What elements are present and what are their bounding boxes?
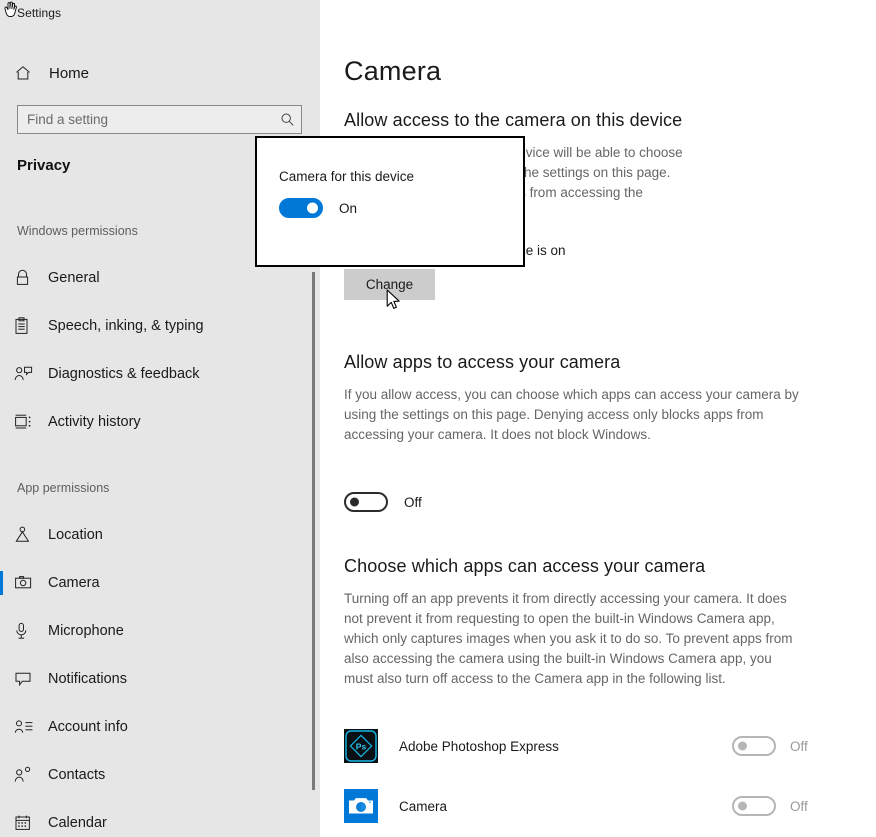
toggle-knob xyxy=(350,498,359,507)
sidebar-item-home-label: Home xyxy=(49,65,89,82)
person-feedback-icon xyxy=(14,363,38,385)
device-access-status: ce is on xyxy=(519,243,566,258)
section-body-allow-apps: If you allow access, you can choose whic… xyxy=(344,385,804,445)
app-toggle-camera-switch[interactable] xyxy=(732,796,776,816)
sidebar-scrollbar[interactable] xyxy=(312,272,315,790)
page-title: Camera xyxy=(344,56,441,87)
svg-text:Ps: Ps xyxy=(356,742,367,752)
app-toggle-photoshop-label: Off xyxy=(790,739,818,754)
sidebar-item-contacts[interactable]: Contacts xyxy=(0,755,312,795)
settings-window: Settings Home Privacy Windows permission… xyxy=(0,0,876,837)
notification-bubble-icon xyxy=(14,668,38,690)
page-section-title: Privacy xyxy=(17,157,70,174)
sidebar-item-calendar-label: Calendar xyxy=(48,815,107,831)
sidebar-item-diagnostics-feedback-label: Diagnostics & feedback xyxy=(48,366,200,382)
sidebar-item-speech-inking-typing-label: Speech, inking, & typing xyxy=(48,318,204,334)
allow-apps-toggle[interactable]: Off xyxy=(344,492,422,512)
account-info-icon xyxy=(14,716,38,738)
sidebar-item-account-info-label: Account info xyxy=(48,719,128,735)
calendar-icon xyxy=(14,812,38,834)
group-label-app-permissions: App permissions xyxy=(17,481,109,495)
section-heading-device-access: Allow access to the camera on this devic… xyxy=(344,110,682,131)
app-name-photoshop: Adobe Photoshop Express xyxy=(399,739,732,754)
microphone-icon xyxy=(14,620,38,642)
home-icon xyxy=(14,64,40,82)
activity-history-icon xyxy=(14,411,38,433)
sidebar-item-activity-history[interactable]: Activity history xyxy=(0,402,312,442)
search-icon[interactable] xyxy=(273,112,301,127)
sidebar-item-activity-history-label: Activity history xyxy=(48,414,141,430)
change-button[interactable]: Change xyxy=(344,269,435,300)
sidebar-item-notifications[interactable]: Notifications xyxy=(0,659,312,699)
photoshop-express-icon: Ps xyxy=(344,729,378,763)
sidebar-item-microphone-label: Microphone xyxy=(48,623,124,639)
group-label-windows-permissions: Windows permissions xyxy=(17,224,138,238)
sidebar-item-account-info[interactable]: Account info xyxy=(0,707,312,747)
camera-icon xyxy=(14,572,38,594)
sidebar-item-location[interactable]: Location xyxy=(0,515,312,555)
section-heading-allow-apps: Allow apps to access your camera xyxy=(344,352,620,373)
sidebar-item-contacts-label: Contacts xyxy=(48,767,105,783)
app-list-item-camera[interactable]: Camera Off xyxy=(344,782,818,830)
allow-apps-toggle-switch[interactable] xyxy=(344,492,388,512)
sidebar-item-microphone[interactable]: Microphone xyxy=(0,611,312,651)
sidebar-item-diagnostics-feedback[interactable]: Diagnostics & feedback xyxy=(0,354,312,394)
popup-label: Camera for this device xyxy=(279,169,414,184)
search-box[interactable] xyxy=(17,105,302,134)
clipboard-icon xyxy=(14,315,38,337)
app-list-item-photoshop[interactable]: Ps Adobe Photoshop Express Off xyxy=(344,722,818,770)
section-body-choose-apps: Turning off an app prevents it from dire… xyxy=(344,589,796,689)
sidebar-item-camera-label: Camera xyxy=(48,575,100,591)
window-title: Settings xyxy=(17,6,61,20)
search-input[interactable] xyxy=(18,112,273,127)
section-heading-choose-apps: Choose which apps can access your camera xyxy=(344,556,705,577)
sidebar-item-location-label: Location xyxy=(48,527,103,543)
popup-device-toggle[interactable]: On xyxy=(279,198,357,218)
sidebar-item-calendar[interactable]: Calendar xyxy=(0,803,312,837)
location-pin-icon xyxy=(14,524,38,546)
sidebar-item-speech-inking-typing[interactable]: Speech, inking, & typing xyxy=(0,306,312,346)
sidebar-item-notifications-label: Notifications xyxy=(48,671,127,687)
camera-app-icon xyxy=(344,789,378,823)
toggle-knob xyxy=(738,802,747,811)
lock-icon xyxy=(14,267,38,289)
app-name-camera: Camera xyxy=(399,799,732,814)
toggle-knob xyxy=(738,742,747,751)
allow-apps-toggle-label: Off xyxy=(404,495,422,510)
camera-device-popup: Camera for this device On xyxy=(255,136,525,267)
contacts-icon xyxy=(14,764,38,786)
sidebar-item-home[interactable]: Home xyxy=(0,57,320,89)
sidebar: Settings Home Privacy Windows permission… xyxy=(0,0,320,837)
popup-device-toggle-switch[interactable] xyxy=(279,198,323,218)
app-toggle-camera[interactable]: Off xyxy=(732,796,818,816)
sidebar-item-camera[interactable]: Camera xyxy=(0,563,312,603)
main-content: Camera Allow access to the camera on thi… xyxy=(320,0,876,837)
sidebar-item-general-label: General xyxy=(48,270,100,286)
app-toggle-photoshop[interactable]: Off xyxy=(732,736,818,756)
app-toggle-camera-label: Off xyxy=(790,799,818,814)
popup-device-toggle-label: On xyxy=(339,201,357,216)
toggle-knob xyxy=(307,203,318,214)
app-toggle-photoshop-switch[interactable] xyxy=(732,736,776,756)
